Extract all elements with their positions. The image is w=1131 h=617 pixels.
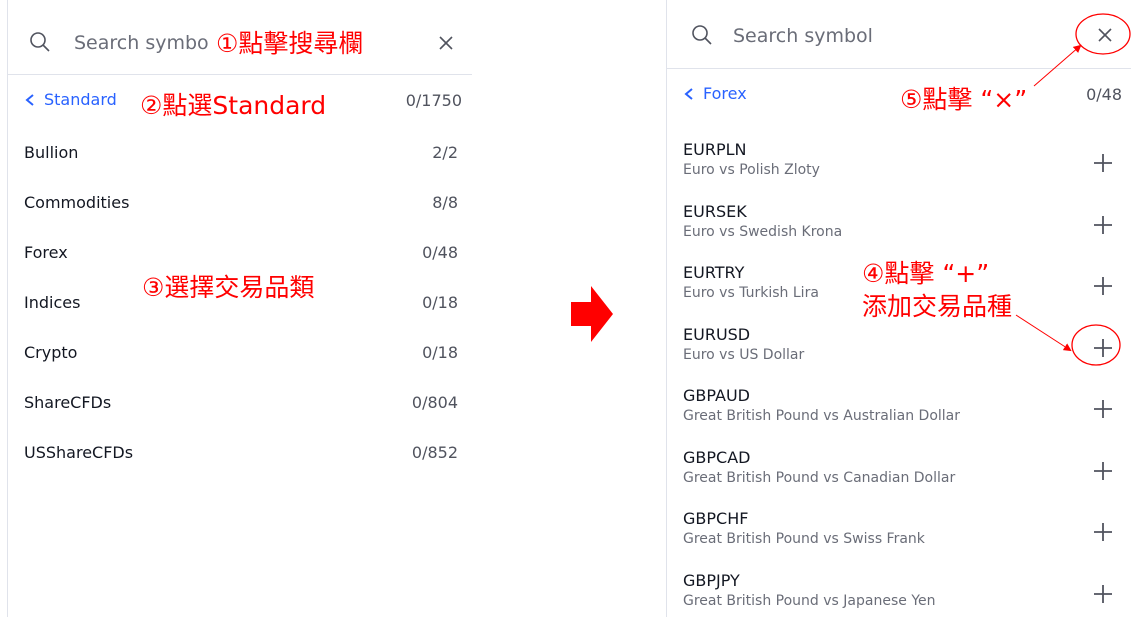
search-icon — [692, 25, 712, 45]
category-row[interactable]: Forex 0/48 — [24, 240, 458, 264]
close-icon[interactable] — [435, 32, 457, 54]
search-icon — [30, 32, 50, 52]
close-icon[interactable] — [1094, 24, 1116, 46]
symbol-name: EURPLN — [683, 140, 747, 159]
symbol-row[interactable]: GBPJPY Great British Pound vs Japanese Ye… — [683, 571, 1131, 617]
chevron-left-icon — [684, 87, 693, 100]
category-row[interactable]: Commodities 8/8 — [24, 190, 458, 214]
category-label: USShareCFDs — [24, 442, 134, 462]
annotation-step3: ③選擇交易品類 — [142, 273, 315, 302]
chevron-left-icon — [25, 93, 34, 106]
symbol-name: EURUSD — [683, 324, 751, 344]
plus-icon[interactable] — [1092, 214, 1114, 236]
symbol-name: EURSEK — [683, 201, 747, 221]
right-arrow-icon — [571, 286, 613, 342]
symbol-row[interactable]: EURPLN Euro vs Polish Zloty — [683, 140, 1131, 196]
symbol-description: Great British Pound vs Swiss Frank — [683, 531, 925, 547]
search-bar — [667, 0, 1131, 69]
symbol-name: EURTRY — [683, 263, 745, 282]
plus-icon[interactable] — [1092, 583, 1114, 605]
annotation-step4-line2: 添加交易品種 — [862, 292, 1013, 321]
category-label: Crypto — [24, 342, 78, 362]
breadcrumb-count: 0/1750 — [405, 91, 462, 110]
category-label: Commodities — [24, 192, 130, 212]
symbol-row[interactable]: EURUSD Euro vs US Dollar — [683, 325, 1131, 381]
plus-icon[interactable] — [1092, 152, 1114, 174]
symbol-description: Great British Pound vs Australian Dollar — [683, 408, 961, 424]
symbol-row[interactable]: EURSEK Euro vs Swedish Krona — [683, 202, 1131, 258]
symbol-row[interactable]: GBPCHF Great British Pound vs Swiss Frank — [683, 509, 1131, 565]
category-row[interactable]: USShareCFDs 0/852 — [24, 440, 458, 464]
plus-icon[interactable] — [1092, 275, 1114, 297]
category-row[interactable]: ShareCFDs 0/804 — [24, 390, 458, 414]
breadcrumb-back[interactable]: Forex — [683, 84, 747, 103]
symbol-name: GBPJPY — [683, 570, 740, 590]
category-count: 0/48 — [422, 242, 458, 262]
plus-icon[interactable] — [1092, 337, 1114, 359]
category-count: 2/2 — [432, 142, 458, 162]
category-label: ShareCFDs — [24, 392, 112, 412]
symbol-description: Euro vs Polish Zloty — [683, 162, 820, 178]
search-input[interactable] — [74, 28, 214, 58]
category-count: 0/18 — [422, 342, 458, 362]
category-label: Bullion — [24, 142, 79, 162]
breadcrumb-label: Forex — [703, 84, 747, 103]
symbol-name: GBPCHF — [683, 509, 749, 528]
breadcrumb-back[interactable]: Standard — [24, 90, 117, 109]
category-count: 0/804 — [411, 392, 458, 412]
category-row[interactable]: Bullion 2/2 — [24, 140, 458, 164]
symbol-row[interactable]: GBPCAD Great British Pound vs Canadian Do… — [683, 448, 1131, 504]
category-count: 0/852 — [411, 442, 458, 462]
category-count: 0/18 — [422, 292, 458, 312]
plus-icon[interactable] — [1092, 521, 1114, 543]
annotation-step4-line1: ④點擊 “+” — [862, 259, 990, 288]
breadcrumb-label: Standard — [44, 90, 117, 109]
annotation-step5: ⑤點擊 “×” — [900, 85, 1028, 114]
symbol-row[interactable]: GBPAUD Great British Pound vs Australian … — [683, 386, 1131, 442]
symbol-name: GBPCAD — [683, 447, 751, 467]
symbol-description: Euro vs US Dollar — [683, 346, 805, 363]
symbol-name: GBPAUD — [683, 386, 750, 405]
category-row[interactable]: Crypto 0/18 — [24, 340, 458, 364]
annotation-step1: ①點擊搜尋欄 — [216, 29, 364, 58]
search-input[interactable] — [733, 21, 993, 51]
symbol-description: Great British Pound vs Japanese Yen — [683, 592, 936, 609]
breadcrumb-count: 0/48 — [1086, 85, 1122, 104]
category-label: Indices — [24, 292, 81, 312]
category-label: Forex — [24, 242, 68, 262]
annotation-step2: ②點選Standard — [140, 91, 327, 120]
plus-icon[interactable] — [1092, 398, 1114, 420]
category-count: 8/8 — [432, 192, 458, 212]
symbol-description: Great British Pound vs Canadian Dollar — [683, 469, 956, 486]
symbol-description: Euro vs Turkish Lira — [683, 285, 819, 301]
plus-icon[interactable] — [1092, 460, 1114, 482]
symbol-description: Euro vs Swedish Krona — [683, 223, 843, 240]
